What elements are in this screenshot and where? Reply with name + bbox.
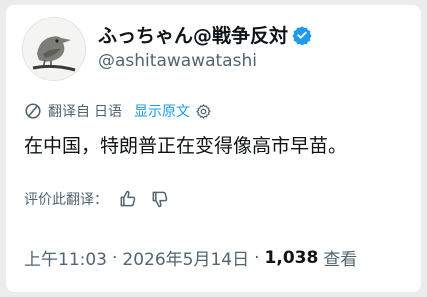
- rate-translation-label: 评价此翻译：: [24, 192, 108, 208]
- translated-from-label: 翻译自: [48, 104, 90, 120]
- views-label: 查看: [323, 250, 358, 270]
- views-count: 1,038: [264, 247, 319, 268]
- thumbs-up-icon[interactable]: [118, 189, 138, 209]
- user-handle[interactable]: @ashitawawatashi: [98, 51, 257, 71]
- separator-dot: ·: [112, 247, 118, 268]
- translation-bar: 翻译自 日语 显示原文: [24, 101, 212, 121]
- slash-circle-icon: [25, 103, 41, 119]
- separator-dot: ·: [254, 247, 260, 268]
- rate-translation-row: 评价此翻译：: [24, 189, 170, 209]
- user-name-row[interactable]: ふっちゃん@戦争反対: [98, 21, 312, 48]
- verified-badge-icon: [292, 25, 312, 45]
- show-original-link[interactable]: 显示原文: [134, 101, 190, 121]
- source-language: 日语: [94, 104, 122, 120]
- tweet-date[interactable]: 2026年5月14日: [122, 245, 249, 270]
- thumbs-down-icon[interactable]: [150, 189, 170, 209]
- display-name[interactable]: ふっちゃん@戦争反対: [98, 21, 288, 48]
- tweet-time[interactable]: 上午11:03: [24, 245, 107, 270]
- bird-avatar-icon: [23, 18, 85, 80]
- gear-icon[interactable]: [195, 103, 212, 120]
- tweet-card: ふっちゃん@戦争反対 @ashitawawatashi 翻译自 日语 显示原文 …: [6, 5, 421, 292]
- tweet-meta: 上午11:03 · 2026年5月14日 · 1,038 查看: [24, 245, 358, 271]
- avatar[interactable]: [22, 17, 86, 81]
- tweet-text: 在中国，特朗普正在变得像高市早苗。: [24, 135, 348, 157]
